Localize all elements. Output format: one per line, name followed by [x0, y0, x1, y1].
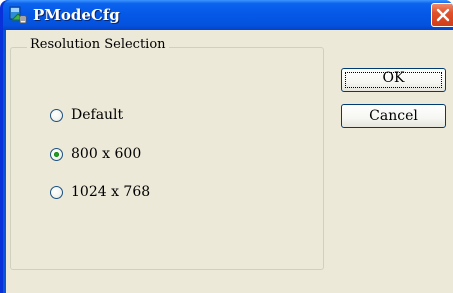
- pmodecfg-window: PModeCfg Resolution Selection Default 80…: [0, 0, 453, 293]
- pmodecfg-app-icon: [9, 6, 27, 24]
- radio-1024x768[interactable]: 1024 x 768: [50, 183, 150, 201]
- radio-button-unchecked[interactable]: [50, 108, 63, 122]
- radio-label-800x600: 800 x 600: [71, 146, 142, 162]
- close-button[interactable]: [431, 3, 453, 27]
- radio-label-1024x768: 1024 x 768: [71, 184, 151, 200]
- radio-selected-dot: [54, 151, 59, 157]
- radio-800x600[interactable]: 800 x 600: [50, 145, 141, 163]
- resolution-groupbox-label: Resolution Selection: [27, 37, 169, 52]
- radio-button-checked[interactable]: [50, 147, 63, 161]
- radio-button-unchecked[interactable]: [50, 185, 63, 199]
- radio-default[interactable]: Default: [50, 106, 123, 124]
- cancel-button-label: Cancel: [369, 108, 418, 124]
- title-bar[interactable]: PModeCfg: [3, 0, 453, 30]
- ok-button-label: OK: [382, 70, 405, 86]
- window-title: PModeCfg: [33, 6, 120, 24]
- close-icon: [436, 8, 450, 22]
- cancel-button[interactable]: Cancel: [341, 104, 446, 128]
- ok-button[interactable]: OK: [341, 68, 446, 92]
- radio-label-default: Default: [71, 107, 124, 123]
